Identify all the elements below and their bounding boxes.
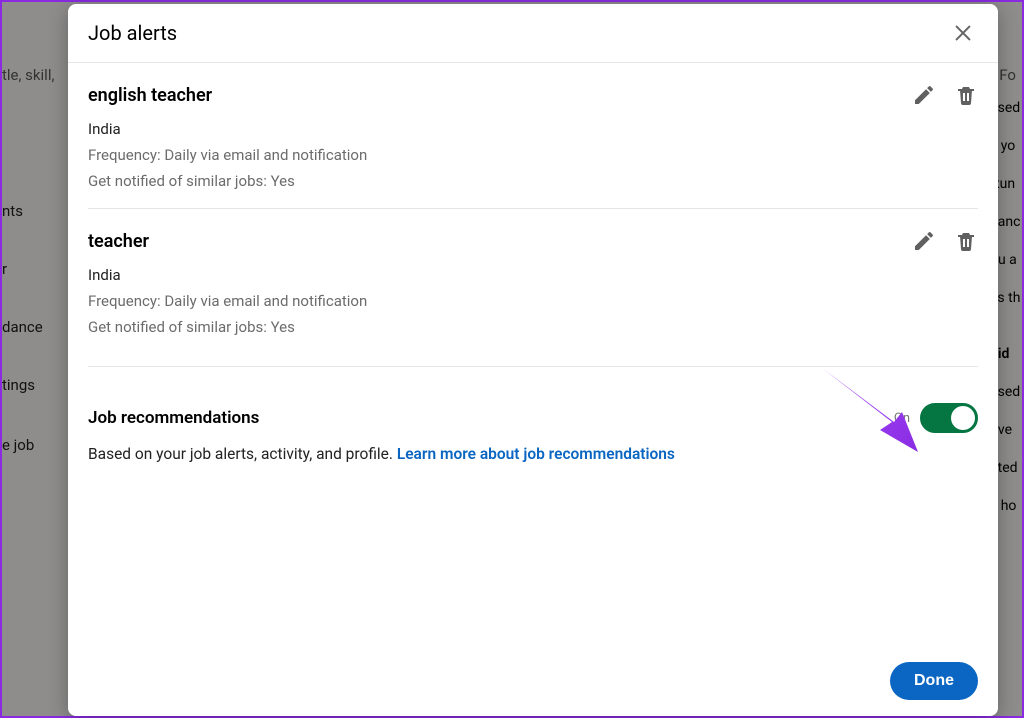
job-recommendations-section: Job recommendations On Based on your job…: [88, 367, 978, 463]
learn-more-link[interactable]: Learn more about job recommendations: [397, 445, 675, 463]
alert-similar-jobs: Get notified of similar jobs: Yes: [88, 172, 978, 190]
job-alerts-modal: Job alerts english teacher: [68, 4, 998, 716]
alert-frequency: Frequency: Daily via email and notificat…: [88, 292, 978, 310]
recommendations-toggle[interactable]: [920, 403, 978, 433]
job-alert-item: english teacher India Frequency: Dail: [88, 63, 978, 208]
recommendations-subtitle: Based on your job alerts, activity, and …: [88, 445, 978, 463]
alert-frequency: Frequency: Daily via email and notificat…: [88, 146, 978, 164]
trash-icon: [954, 229, 978, 253]
modal-footer: Done: [68, 650, 998, 716]
pencil-icon: [912, 229, 936, 253]
job-alert-item: teacher India Frequency: Daily via em: [88, 208, 978, 354]
alert-title: english teacher: [88, 85, 212, 106]
modal-body: english teacher India Frequency: Dail: [68, 63, 998, 650]
alert-title: teacher: [88, 231, 149, 252]
delete-alert-button[interactable]: [954, 83, 978, 107]
close-icon: [952, 22, 974, 44]
toggle-state-label: On: [894, 411, 910, 426]
recommendations-title: Job recommendations: [88, 408, 259, 428]
edit-alert-button[interactable]: [912, 83, 936, 107]
modal-header: Job alerts: [68, 4, 998, 63]
recommendations-subtitle-text: Based on your job alerts, activity, and …: [88, 445, 397, 463]
alert-similar-jobs: Get notified of similar jobs: Yes: [88, 318, 978, 336]
alert-location: India: [88, 266, 978, 284]
done-button[interactable]: Done: [890, 662, 978, 700]
trash-icon: [954, 83, 978, 107]
modal-title: Job alerts: [88, 21, 177, 45]
pencil-icon: [912, 83, 936, 107]
toggle-knob: [951, 406, 975, 430]
alert-location: India: [88, 120, 978, 138]
close-button[interactable]: [948, 18, 978, 48]
delete-alert-button[interactable]: [954, 229, 978, 253]
edit-alert-button[interactable]: [912, 229, 936, 253]
